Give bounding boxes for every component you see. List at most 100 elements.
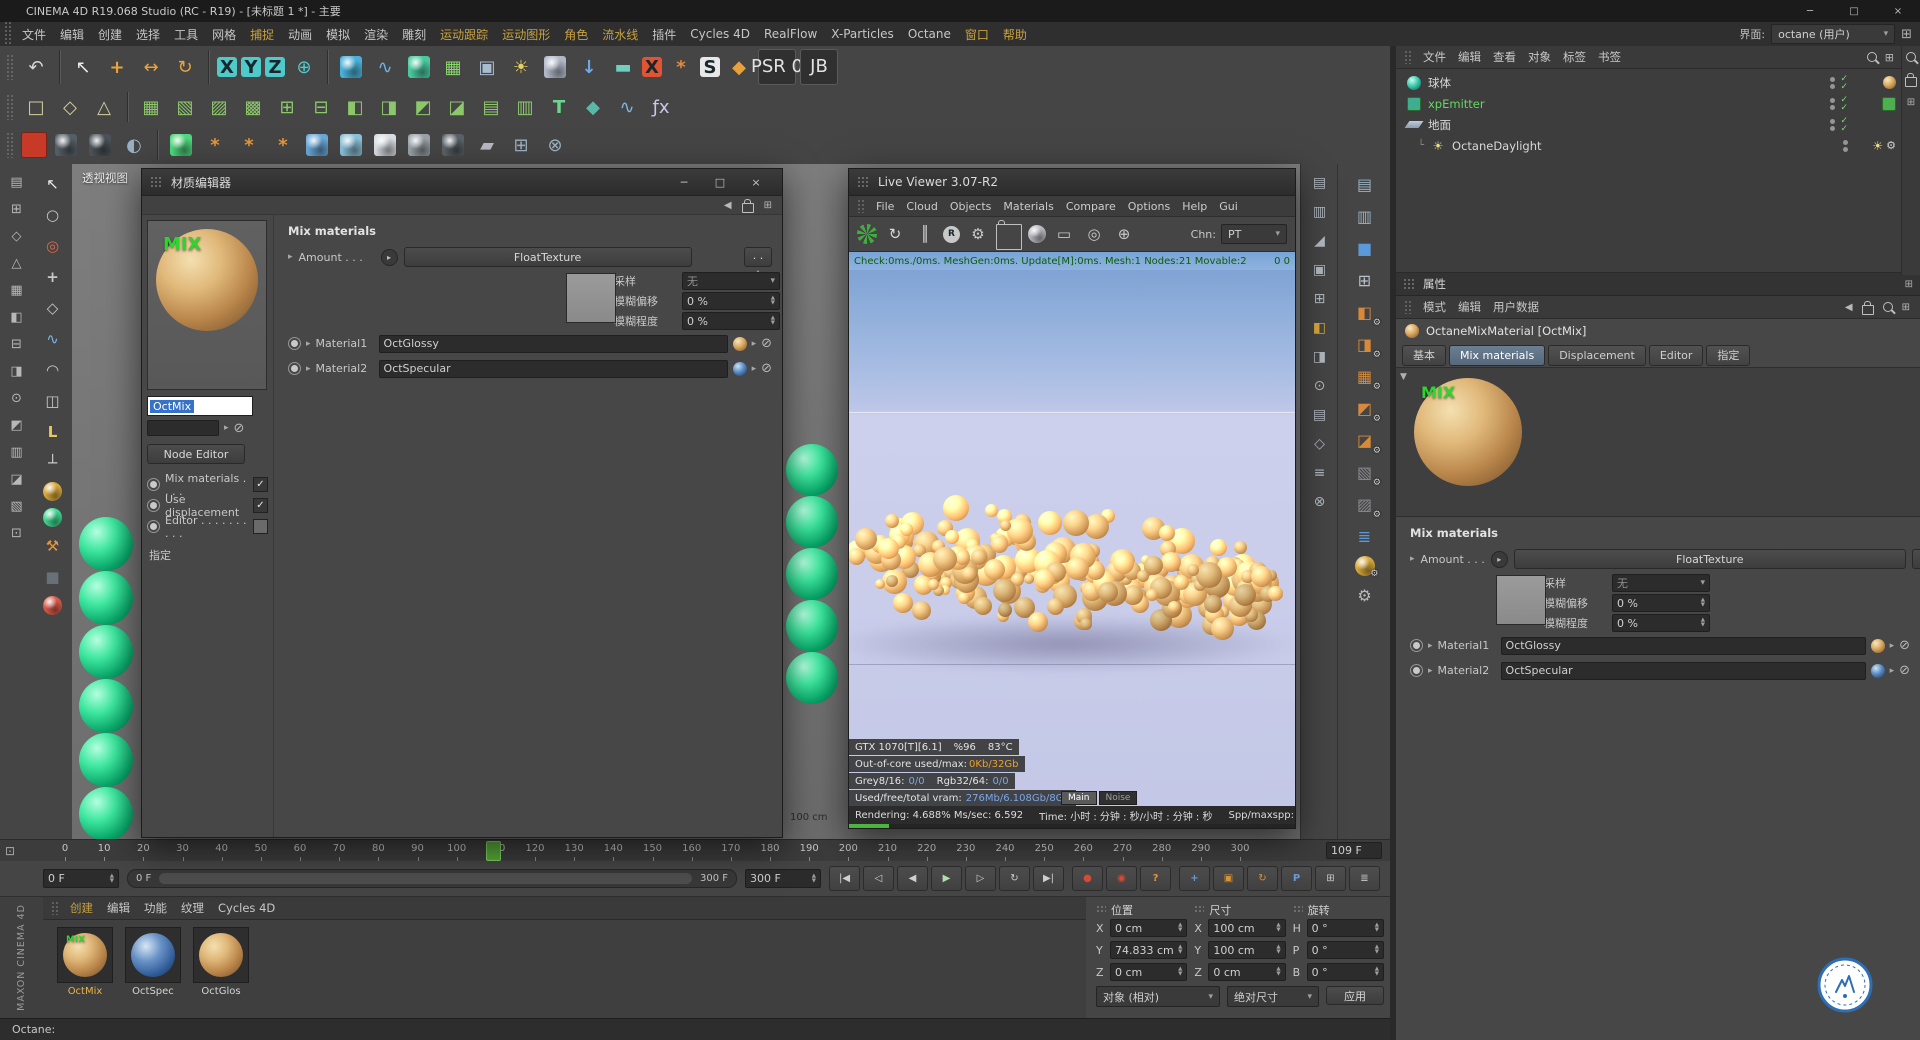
material1-field[interactable]: OctGlossy bbox=[379, 335, 728, 353]
points-mode-icon[interactable]: □ bbox=[21, 92, 51, 122]
axis-tool-icon[interactable]: ┴ bbox=[41, 451, 65, 475]
edges-mode-icon[interactable]: ◇ bbox=[55, 92, 85, 122]
material1-preview-icon[interactable] bbox=[733, 337, 747, 351]
live-selection-icon[interactable]: ↖ bbox=[68, 52, 98, 82]
tab-main[interactable]: Main bbox=[1061, 791, 1097, 805]
emitter-ball-icon[interactable] bbox=[170, 134, 192, 156]
move-axis-icon[interactable]: + bbox=[41, 265, 65, 289]
spline-snap-icon[interactable]: ⊟ bbox=[7, 334, 27, 354]
range-track[interactable] bbox=[159, 873, 692, 884]
expander-icon[interactable]: ▸ bbox=[1428, 641, 1433, 651]
tab-displacement[interactable]: Displacement bbox=[1548, 345, 1646, 366]
close-button[interactable]: × bbox=[738, 172, 774, 192]
light-icon[interactable]: ☀ bbox=[506, 52, 536, 82]
key-parameter-button[interactable]: P bbox=[1281, 866, 1312, 891]
grid-panel-icon[interactable]: ⊞ bbox=[1309, 288, 1331, 310]
expander-icon[interactable]: ▸ bbox=[1428, 666, 1433, 676]
axis-snap-icon[interactable]: ◨ bbox=[7, 361, 27, 381]
panel-grip[interactable] bbox=[1194, 905, 1204, 914]
select-arrow-icon[interactable]: ↖ bbox=[41, 172, 65, 196]
material-name[interactable]: OctGlos bbox=[193, 986, 249, 997]
menu-edit[interactable]: 编辑 bbox=[101, 900, 136, 916]
poly-tool-icon[interactable]: ◇ bbox=[41, 296, 65, 320]
mini-gear-icon[interactable]: ⚙ bbox=[1373, 382, 1381, 392]
pick-material-icon[interactable]: ◎ bbox=[1082, 222, 1106, 246]
blur-scale-field[interactable]: 0 %▲▼ bbox=[682, 312, 780, 330]
maximize-button[interactable]: □ bbox=[1832, 0, 1876, 22]
loop-button[interactable]: ↻ bbox=[999, 866, 1030, 891]
construction-icon[interactable]: ◪ bbox=[7, 469, 27, 489]
reset-icon[interactable]: R bbox=[943, 226, 960, 243]
mesh-cut-icon[interactable]: ▨ bbox=[204, 92, 234, 122]
camera-panel-icon[interactable]: ▣ bbox=[1309, 259, 1331, 281]
minimize-button[interactable]: ─ bbox=[1788, 0, 1832, 22]
duplicate-icon[interactable]: ▥ bbox=[510, 92, 540, 122]
menu-编辑[interactable]: 编辑 bbox=[53, 26, 91, 43]
subdivision-icon[interactable] bbox=[408, 56, 430, 78]
enable-checks[interactable]: ✓✓ bbox=[1840, 96, 1848, 112]
float-texture-button[interactable]: FloatTexture bbox=[1514, 549, 1906, 569]
key-position-button[interactable]: + bbox=[1179, 866, 1210, 891]
spline-icon[interactable]: ∿ bbox=[612, 92, 642, 122]
menu-工具[interactable]: 工具 bbox=[167, 26, 205, 43]
smooth-shift-icon[interactable]: ◪ bbox=[442, 92, 472, 122]
spinner-icon[interactable]: ▲▼ bbox=[1701, 598, 1705, 608]
wrench-icon[interactable]: ⚒ bbox=[41, 534, 65, 558]
menu-捕捉[interactable]: 捕捉 bbox=[243, 26, 281, 43]
point-snap-icon[interactable]: △ bbox=[7, 253, 27, 273]
circle-select-icon[interactable]: ○ bbox=[41, 203, 65, 227]
render-view[interactable]: GTX 1070[T][6.1] %96 83°C Out-of-core us… bbox=[849, 270, 1295, 806]
menu-x-particles[interactable]: X-Particles bbox=[824, 27, 901, 41]
material2-field[interactable]: OctSpecular bbox=[379, 360, 728, 378]
floor-icon[interactable]: ▬ bbox=[608, 52, 638, 82]
prev-key-button[interactable]: ◁ bbox=[863, 866, 894, 891]
texture-preview-swatch[interactable] bbox=[566, 273, 616, 323]
y-axis-icon[interactable]: Y bbox=[241, 57, 261, 77]
lock-icon[interactable] bbox=[742, 203, 754, 213]
expander-icon[interactable]: ▸ bbox=[288, 252, 293, 262]
matrix-icon[interactable]: ▦⚙ bbox=[1352, 364, 1377, 389]
menu-窗口[interactable]: 窗口 bbox=[958, 26, 996, 43]
checkbox-checked-icon[interactable]: ✓ bbox=[253, 477, 268, 492]
doc-icon[interactable]: ▤ bbox=[1309, 404, 1331, 426]
mini-gear-icon[interactable]: ⚙ bbox=[1370, 569, 1378, 579]
voronoi-icon[interactable]: ▧⚙ bbox=[1352, 460, 1377, 485]
draw-icon[interactable]: ◢ bbox=[1309, 230, 1331, 252]
workplane-icon[interactable]: ◇ bbox=[7, 226, 27, 246]
back-icon[interactable]: ◀ bbox=[1845, 302, 1853, 313]
toolbar-grip[interactable] bbox=[6, 132, 13, 158]
material-name[interactable]: OctMix bbox=[57, 986, 113, 997]
lock-icon[interactable] bbox=[1905, 77, 1917, 87]
polygon-snap-icon[interactable]: ◧ bbox=[7, 307, 27, 327]
mesh-cube-icon[interactable]: ▦ bbox=[136, 92, 166, 122]
panel-grip[interactable] bbox=[857, 176, 870, 188]
menubar-grip[interactable] bbox=[4, 21, 11, 47]
amount-expand-button[interactable]: ▸ bbox=[381, 249, 398, 266]
xparticles-icon[interactable]: X bbox=[642, 57, 662, 77]
primitive-sphere-icon[interactable] bbox=[340, 56, 362, 78]
grid-snap-icon[interactable]: ⊞ bbox=[7, 199, 27, 219]
cycles-ball-icon[interactable] bbox=[43, 508, 62, 527]
interactive-render-icon[interactable]: ◐ bbox=[119, 130, 149, 160]
coordinate-mode-dropdown[interactable]: 对象 (相对)▾ bbox=[1096, 986, 1220, 1007]
layer-panel-icon[interactable]: ▤ bbox=[1309, 172, 1331, 194]
maximize-button[interactable]: □ bbox=[702, 172, 738, 192]
playhead[interactable] bbox=[486, 841, 501, 861]
enable-checks[interactable]: ✓✓ bbox=[1840, 117, 1848, 133]
om-menu-编辑[interactable]: 编辑 bbox=[1452, 49, 1487, 65]
gold-tool-icon[interactable]: ◧ bbox=[1309, 317, 1331, 339]
attr-menu-编辑[interactable]: 编辑 bbox=[1452, 299, 1487, 315]
expand-icon[interactable]: ▸ bbox=[1890, 641, 1895, 651]
frame-range-slider[interactable]: 0 F 300 F bbox=[127, 869, 737, 888]
float-texture-button[interactable]: FloatTexture bbox=[404, 247, 692, 267]
region-render-icon[interactable]: ▭ bbox=[1052, 222, 1076, 246]
sky-icon[interactable] bbox=[544, 56, 566, 78]
menu-create[interactable]: 创建 bbox=[64, 900, 99, 916]
panel-grip[interactable] bbox=[1096, 905, 1106, 914]
minimize-button[interactable]: ─ bbox=[666, 172, 702, 192]
guide-icon[interactable]: ⊙ bbox=[7, 388, 27, 408]
tab-noise[interactable]: Noise bbox=[1099, 791, 1138, 805]
layout-grid-icon[interactable]: ⊞ bbox=[1902, 302, 1910, 313]
menu-cycles4d[interactable]: Cycles 4D bbox=[212, 901, 281, 915]
matrix-array-icon[interactable]: ▤ bbox=[476, 92, 506, 122]
